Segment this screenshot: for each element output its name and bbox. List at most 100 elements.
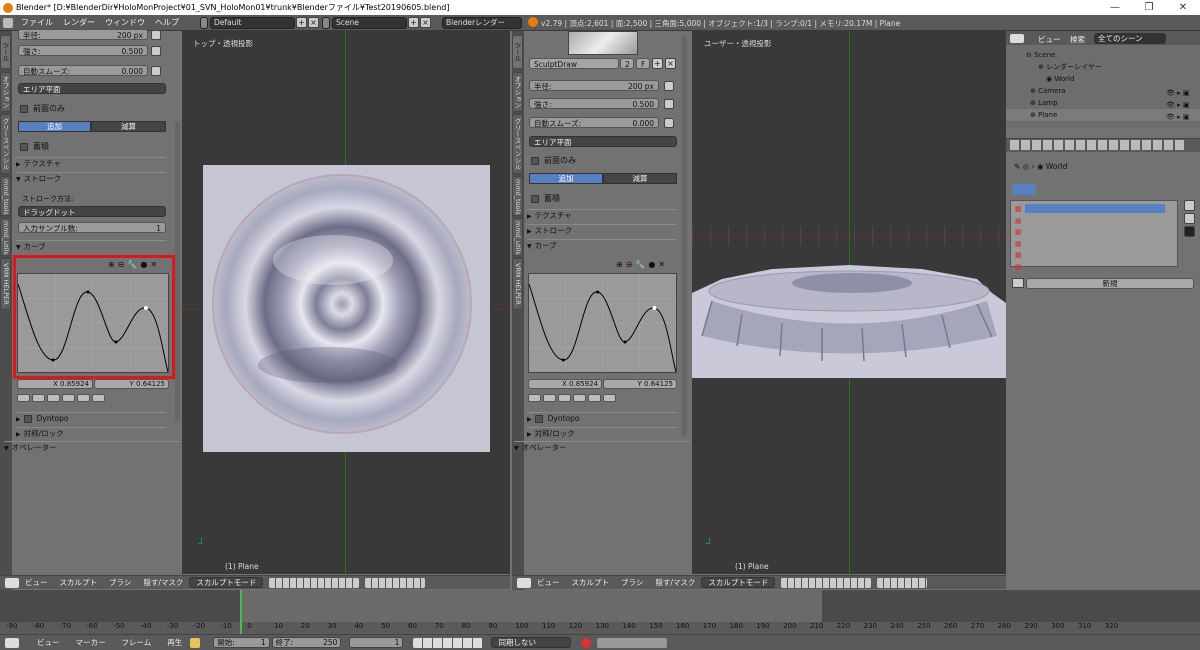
tab-mmd-utils[interactable]: mmd_utils (512, 218, 523, 256)
operator-section[interactable]: ▼ オペレーター (514, 441, 690, 453)
subtract-toggle[interactable]: 減算 (603, 173, 677, 184)
selected-slot[interactable] (1025, 204, 1165, 213)
menu-view[interactable]: ビュー (37, 637, 60, 648)
remove-scene-button[interactable]: × (420, 17, 431, 28)
tab-tool[interactable]: ツール (512, 35, 523, 69)
texture-type-toggle[interactable] (1012, 184, 1036, 195)
menu-sculpt[interactable]: スカルプト (572, 577, 610, 588)
editor-type-icon[interactable] (3, 17, 13, 28)
tab-mmd-tools[interactable]: mmd_tools (0, 176, 11, 216)
outliner-item-scene[interactable]: ⊖ Scene (1006, 49, 1200, 61)
curve-x-field[interactable]: X 0.85924 (17, 379, 93, 389)
brush-preview-thumbnail[interactable] (568, 31, 638, 55)
tab-vrm-helper[interactable]: VRM HELPER (0, 258, 11, 310)
editor-type-icon[interactable] (1010, 34, 1024, 43)
add-brush-button[interactable]: + (652, 58, 663, 69)
scene-icon[interactable] (322, 17, 330, 29)
autosmooth-field[interactable]: 自動スムーズ: 0.000 (529, 117, 659, 128)
preset-sphere-icon[interactable] (543, 394, 556, 402)
area-plane-dropdown[interactable]: エリア平面 (18, 83, 166, 94)
new-texture-button[interactable]: 新規 (1026, 278, 1194, 289)
layer-buttons[interactable] (877, 577, 928, 588)
dyntopo-section[interactable]: ▶ Dyntopo (527, 412, 677, 424)
dyntopo-section[interactable]: ▶ Dyntopo (16, 412, 166, 424)
tab-tool[interactable]: ツール (0, 35, 11, 69)
add-toggle[interactable]: 追加 (529, 173, 603, 184)
accumulate-checkbox[interactable]: 蓄積 (531, 193, 560, 204)
preset-linear-icon[interactable] (588, 394, 601, 402)
strength-field[interactable]: 強さ: 0.500 (529, 98, 659, 109)
preset-linear-icon[interactable] (77, 394, 90, 402)
curve-editor[interactable] (528, 273, 677, 373)
preset-smooth-icon[interactable] (17, 394, 30, 402)
layer-buttons[interactable] (365, 577, 426, 588)
area-plane-dropdown[interactable]: エリア平面 (529, 136, 677, 147)
pressure-icon[interactable] (664, 118, 674, 128)
pressure-icon[interactable] (151, 46, 161, 56)
autosmooth-field[interactable]: 自動スムーズ: 0.000 (18, 65, 148, 76)
add-toggle[interactable]: 追加 (18, 121, 91, 132)
outliner-item-world[interactable]: ◉ World (1006, 73, 1200, 85)
falloff-curve[interactable] (17, 274, 169, 373)
panel-scrollbar[interactable] (175, 121, 180, 421)
tab-vrm-helper[interactable]: VRM HELPER (512, 258, 523, 310)
wrench-icon[interactable]: 🔧 (127, 260, 137, 269)
preset-root-icon[interactable] (558, 394, 571, 402)
mode-selector[interactable]: スカルプトモード (189, 577, 264, 588)
fake-user-button[interactable]: F (636, 58, 650, 69)
remove-layout-button[interactable]: × (308, 17, 319, 28)
zoom-in-icon[interactable]: ⊕ (616, 260, 623, 269)
curve-editor[interactable] (17, 273, 169, 373)
preset-sphere-icon[interactable] (32, 394, 45, 402)
playback-controls[interactable] (413, 637, 484, 648)
curve-section[interactable]: ▼ カーブ (16, 240, 166, 252)
editor-type-icon[interactable] (5, 577, 19, 588)
operator-section[interactable]: ▼ オペレーター (4, 441, 180, 453)
dot-icon[interactable]: ● (140, 260, 147, 269)
zoom-out-icon[interactable]: ⊖ (626, 260, 633, 269)
menu-frame[interactable]: フレーム (122, 637, 152, 648)
add-scene-button[interactable]: + (408, 17, 419, 28)
texture-section[interactable]: ▶ テクスチャ (527, 209, 677, 221)
menu-window[interactable]: ウィンドウ (105, 17, 145, 28)
preset-root-icon[interactable] (47, 394, 60, 402)
stroke-section[interactable]: ▼ ストローク (16, 172, 166, 184)
viewport-user[interactable]: ユーザー・透視投影 ⅃ (1) Plane (692, 31, 1006, 574)
front-only-checkbox[interactable]: 前面のみ (531, 155, 576, 166)
tab-grease-pencil[interactable]: グリースペンシル (0, 114, 11, 174)
layout-selector[interactable]: Default (210, 17, 295, 29)
texture-section[interactable]: ▶ テクスチャ (16, 157, 166, 169)
editor-type-icon[interactable] (5, 637, 19, 648)
menu-render[interactable]: レンダー (63, 17, 95, 28)
minimize-icon[interactable]: — (1098, 0, 1132, 15)
zoom-out-icon[interactable]: ⊖ (118, 260, 125, 269)
curve-y-field[interactable]: Y 0.64125 (94, 379, 169, 389)
preset-sharp-icon[interactable] (62, 394, 75, 402)
delete-icon[interactable]: ✕ (658, 260, 665, 269)
tab-mmd-utils[interactable]: mmd_utils (0, 218, 11, 256)
menu-sculpt[interactable]: スカルプト (60, 577, 98, 588)
input-samples-field[interactable]: 入力サンプル数: 1 (18, 222, 166, 233)
preset-constant-icon[interactable] (603, 394, 616, 402)
maximize-icon[interactable]: ❐ (1132, 0, 1166, 15)
pressure-icon[interactable] (151, 30, 161, 40)
current-frame-field[interactable]: 1 (349, 637, 404, 648)
menu-search[interactable]: 検索 (1070, 34, 1085, 45)
playhead[interactable] (240, 590, 242, 634)
texture-browse-icon[interactable] (1012, 278, 1024, 288)
preset-sharp-icon[interactable] (573, 394, 586, 402)
preset-constant-icon[interactable] (92, 394, 105, 402)
end-frame-field[interactable]: 終了: 250 (271, 637, 342, 648)
display-mode-dropdown[interactable]: 全てのシーン (1094, 33, 1166, 44)
zoom-in-icon[interactable]: ⊕ (108, 260, 115, 269)
pressure-icon[interactable] (664, 99, 674, 109)
shading-buttons[interactable] (781, 577, 872, 588)
start-frame-field[interactable]: 開始: 1 (213, 637, 270, 648)
menu-playback[interactable]: 再生 (167, 637, 182, 648)
falloff-curve[interactable] (528, 274, 677, 373)
layout-icon[interactable] (200, 17, 208, 29)
front-only-checkbox[interactable]: 前面のみ (20, 103, 65, 114)
preview-range-icon[interactable] (190, 637, 201, 648)
brush-name-field[interactable]: SculptDraw (529, 58, 619, 69)
tab-options[interactable]: オプション (512, 72, 523, 112)
